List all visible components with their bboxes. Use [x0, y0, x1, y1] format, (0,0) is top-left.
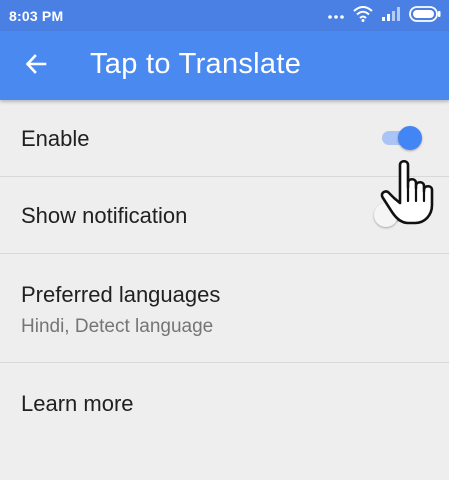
page-title: Tap to Translate — [90, 48, 302, 80]
preferred-languages-label: Preferred languages — [21, 282, 221, 307]
enable-label: Enable — [21, 126, 90, 151]
dots-icon — [328, 7, 344, 25]
preferred-languages-value: Hindi, Detect language — [21, 316, 214, 337]
show-notification-label: Show notification — [21, 203, 188, 228]
setting-row-learn-more[interactable]: Learn more — [0, 363, 449, 443]
wifi-icon — [353, 5, 373, 27]
settings-list: Enable Show notification Preferred langu… — [0, 100, 449, 443]
learn-more-label: Learn more — [21, 391, 134, 416]
back-arrow-icon — [24, 52, 48, 81]
toggle-thumb — [374, 203, 398, 227]
setting-row-show-notification[interactable]: Show notification — [0, 177, 449, 254]
setting-row-preferred-languages[interactable]: Preferred languages Hindi, Detect langua… — [0, 254, 449, 363]
battery-icon — [409, 5, 441, 27]
signal-icon — [382, 6, 400, 26]
back-button[interactable] — [20, 50, 52, 82]
enable-toggle[interactable] — [380, 124, 424, 152]
app-bar: Tap to Translate — [0, 31, 449, 100]
show-notification-toggle[interactable] — [374, 201, 418, 229]
toggle-thumb — [398, 126, 422, 150]
setting-row-enable[interactable]: Enable — [0, 100, 449, 177]
status-bar: 8:03 PM — [0, 0, 449, 31]
status-icons — [328, 5, 441, 27]
status-time: 8:03 PM — [9, 8, 64, 24]
